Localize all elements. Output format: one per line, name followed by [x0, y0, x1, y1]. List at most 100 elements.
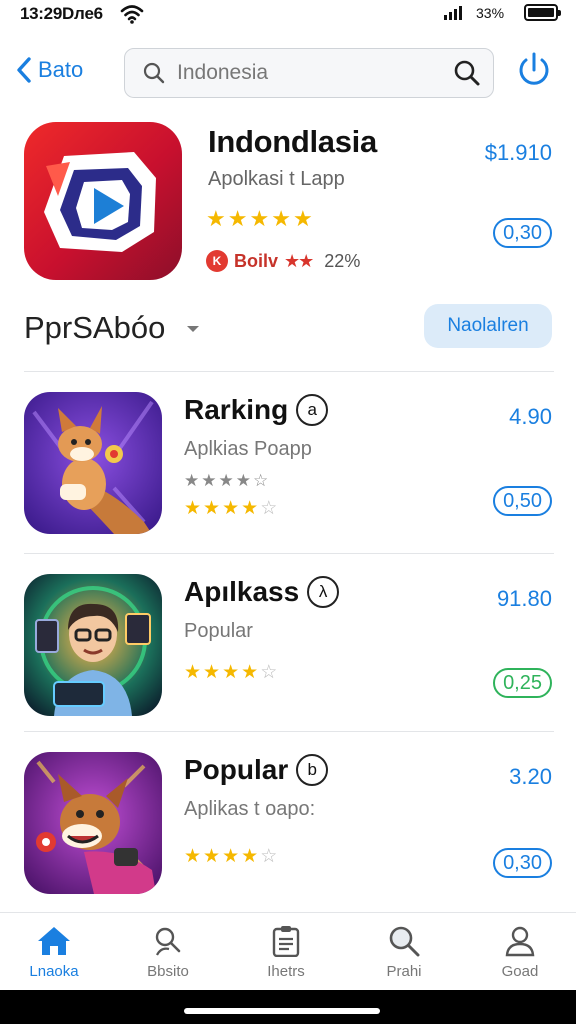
star-icon: ★: [227, 206, 248, 231]
app-price: 91.80: [496, 586, 552, 611]
app-title: Popular b: [184, 754, 329, 786]
battery-percent: 33%: [476, 5, 505, 21]
star-icon: ★: [203, 662, 221, 683]
star-icon: ★: [241, 498, 259, 519]
app-price: 3.20: [509, 764, 552, 789]
app-title: Rarking a: [184, 394, 329, 426]
app-get-button[interactable]: 0,25: [493, 668, 552, 698]
star-icon: ★: [222, 662, 240, 683]
featured-meta: K Boilv ★★ 22%: [206, 250, 360, 272]
star-icon: ★: [222, 846, 240, 867]
star-icon: ★: [292, 206, 313, 231]
star-icon: ☆: [253, 471, 269, 490]
app-badge-icon: a: [296, 394, 329, 426]
app-price: 4.90: [509, 404, 552, 429]
tab-label: Ihetrs: [267, 963, 305, 980]
star-icon: ★: [184, 846, 202, 867]
search-icon: [389, 926, 420, 957]
search-value: Indonesia: [177, 61, 269, 84]
home-indicator[interactable]: [184, 1008, 380, 1014]
meta-badge-icon: K: [206, 250, 228, 272]
app-subtitle: Popular: [184, 620, 253, 642]
app-icon-fox: [24, 392, 162, 534]
power-button[interactable]: [514, 50, 554, 95]
star-icon: ★: [235, 471, 251, 490]
tab-profile[interactable]: Goad: [470, 925, 570, 985]
tab-label: Lnaoka: [29, 963, 79, 980]
tab-label: Goad: [501, 963, 539, 980]
featured-get-button[interactable]: 0,30: [493, 218, 552, 248]
star-icon: ★: [222, 498, 240, 519]
app-rating: ★ ★ ★ ★ ☆: [184, 662, 278, 683]
app-get-button[interactable]: 0,50: [493, 486, 552, 516]
app-title-text: Rarking: [184, 394, 289, 425]
featured-rating: ★ ★ ★ ★ ★: [206, 208, 313, 230]
divider: [24, 553, 554, 554]
app-rating: ★ ★ ★ ★ ☆: [184, 498, 278, 519]
meta-percent: 22%: [324, 250, 361, 271]
star-icon: ☆: [260, 662, 278, 683]
app-gray-rating: ★ ★ ★ ★ ☆: [184, 472, 268, 490]
app-title: Apılkass λ: [184, 576, 340, 608]
star-icon: ★: [201, 471, 217, 490]
star-icon: ★: [206, 206, 226, 231]
star-icon: ★: [184, 471, 200, 490]
divider: [24, 731, 554, 732]
star-icon: ★: [249, 206, 270, 231]
star-icon: ★: [203, 498, 221, 519]
tab-label: Bbsito: [147, 963, 189, 980]
app-get-button[interactable]: 0,30: [493, 848, 552, 878]
meta-stars: ★★: [284, 250, 314, 271]
signal-icon: [444, 6, 462, 20]
star-icon: ☆: [260, 498, 278, 519]
section-header: PprSAbóo Naolalren: [0, 300, 576, 360]
app-row-popular[interactable]: Popular b Aplikas t oapo: ★ ★ ★ ★ ☆ 3.20 0,3…: [0, 752, 576, 902]
home-icon: [38, 927, 70, 955]
star-icon: ★: [218, 471, 234, 490]
person-icon: [505, 926, 535, 957]
search-input[interactable]: Indonesia: [124, 48, 494, 98]
app-icon-avatar: [24, 574, 162, 716]
search-submit-icon[interactable]: [453, 59, 481, 87]
featured-app-icon: [24, 122, 182, 280]
star-icon: ★: [241, 846, 259, 867]
battery-icon: [524, 4, 561, 21]
back-label: Ваto: [38, 57, 84, 82]
meta-label: Boilv: [234, 250, 279, 271]
tab-label: Prahi: [386, 963, 422, 980]
wifi-icon: [120, 3, 144, 30]
star-icon: ★: [271, 206, 291, 231]
featured-app-title: Indondlasia: [208, 124, 377, 159]
power-icon: [519, 52, 549, 85]
featured-app[interactable]: Indondlasia Apolkasi t Lapp ★ ★ ★ ★ ★ K Boil…: [0, 118, 576, 288]
featured-price: $1.910: [484, 140, 552, 165]
section-title: PprSAbóo: [24, 310, 166, 345]
star-icon: ★: [203, 846, 221, 867]
tab-bar: Lnaoka Bbsito Ihetrs Prahi Goad: [0, 912, 576, 990]
app-icon-dog: [24, 752, 162, 894]
app-title-text: Popular: [184, 754, 289, 785]
divider: [24, 371, 554, 372]
tab-search[interactable]: Prahi: [354, 925, 454, 985]
search-person-icon: [155, 927, 181, 956]
star-icon: ★: [184, 662, 202, 683]
star-icon: ☆: [260, 846, 278, 867]
star-icon: ★: [184, 498, 202, 519]
status-time: 13:29Dлe6: [20, 4, 103, 23]
back-button[interactable]: Ваto: [16, 52, 83, 88]
search-icon: [143, 62, 165, 84]
tab-clipboard[interactable]: Ihetrs: [236, 925, 336, 985]
app-row-apilkass[interactable]: Apılkass λ Popular ★ ★ ★ ★ ☆ 91.80 0,25: [0, 574, 576, 724]
chevron-down-icon[interactable]: [186, 324, 200, 334]
star-icon: ★: [241, 662, 259, 683]
clipboard-icon: [272, 926, 300, 957]
tab-home[interactable]: Lnaoka: [4, 925, 104, 985]
app-subtitle: Aplkias Poapp: [184, 438, 312, 460]
app-title-text: Apılkass: [184, 576, 300, 607]
section-action-button[interactable]: Naolalren: [424, 304, 552, 348]
app-rating: ★ ★ ★ ★ ☆: [184, 846, 278, 867]
nav-bar: Ваto Indonesia: [0, 40, 576, 104]
tab-search-person[interactable]: Bbsito: [118, 925, 218, 985]
home-indicator-area: [0, 990, 576, 1024]
app-row-ranking[interactable]: Rarking a Aplkias Poapp ★ ★ ★ ★ ☆ ★ ★ ★ ★ ☆ 4.90…: [0, 392, 576, 542]
